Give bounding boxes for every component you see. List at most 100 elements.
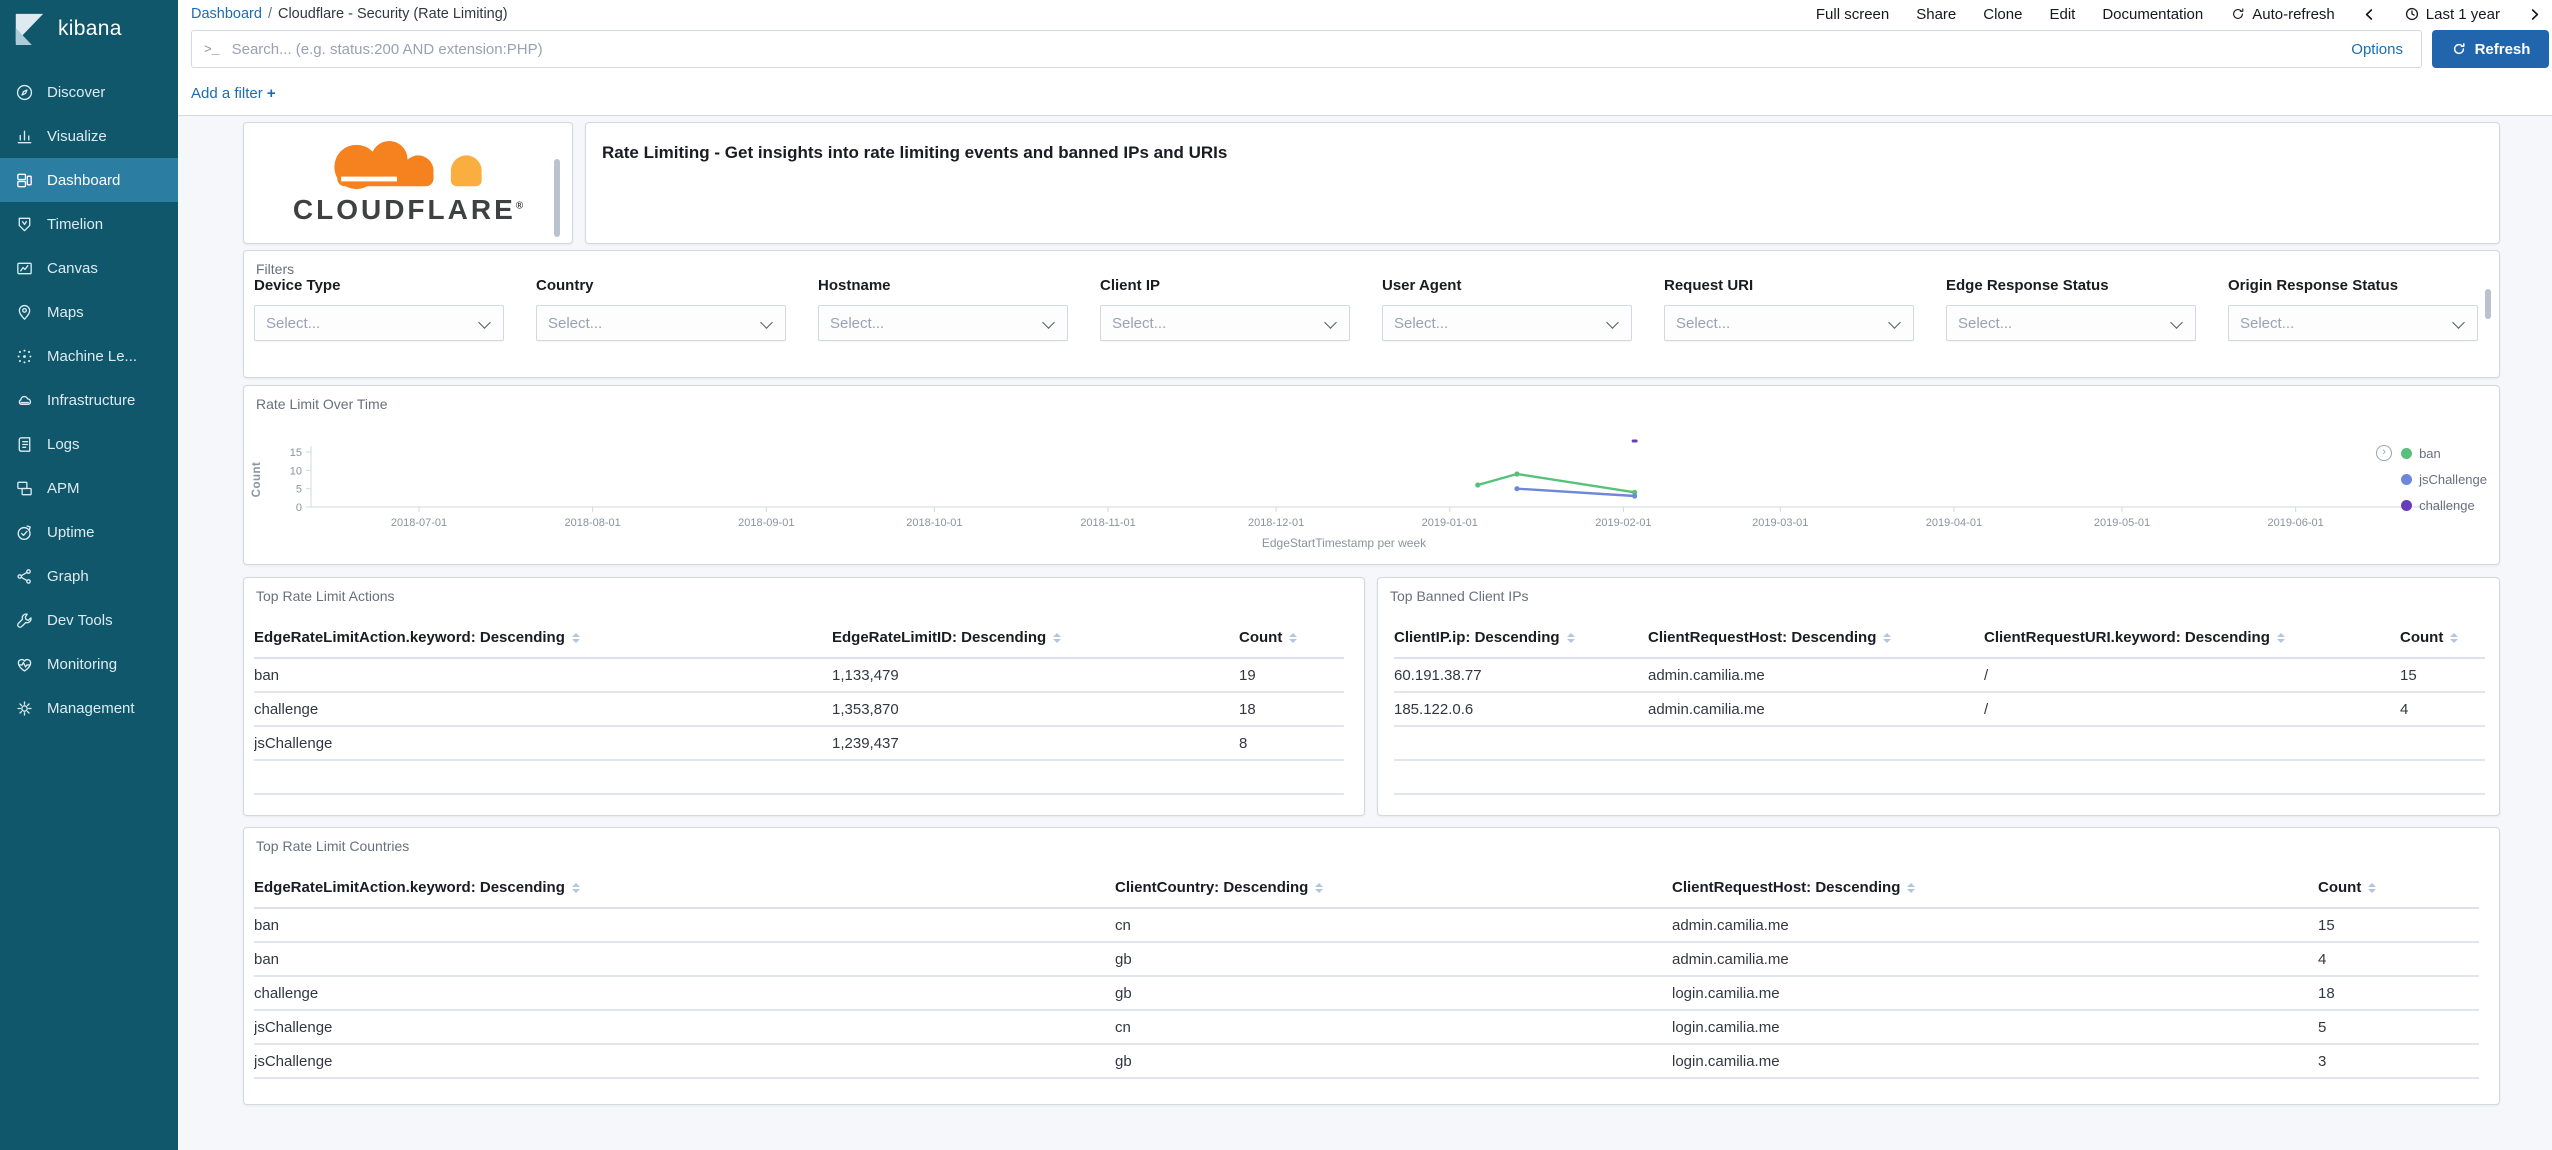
top-menu-documentation[interactable]: Documentation [2102, 6, 2203, 23]
top-menu-full-screen[interactable]: Full screen [1816, 6, 1889, 23]
top-menu-auto-refresh[interactable]: Auto-refresh [2230, 6, 2335, 23]
table-cell: / [1984, 658, 2400, 694]
svg-text:10: 10 [290, 465, 302, 477]
sidebar-item-graph[interactable]: Graph [0, 554, 178, 598]
sidebar-item-logs[interactable]: Logs [0, 422, 178, 466]
table-cell: gb [1115, 942, 1672, 978]
legend-label: challenge [2419, 497, 2475, 513]
legend-item-jsChallenge[interactable]: jsChallenge [2401, 466, 2487, 492]
svg-text:2018-12-01: 2018-12-01 [1248, 517, 1304, 529]
breadcrumb-dashboard-link[interactable]: Dashboard [191, 6, 262, 22]
panel-scrollbar[interactable] [2485, 289, 2491, 319]
column-header-label: Count [2400, 629, 2444, 646]
sidebar-item-apm[interactable]: APM [0, 466, 178, 510]
sidebar-item-dev-tools[interactable]: Dev Tools [0, 598, 178, 642]
refresh-icon [2233, 8, 2244, 19]
svg-text:5: 5 [296, 484, 302, 496]
sidebar-item-uptime[interactable]: Uptime [0, 510, 178, 554]
search-input[interactable]: >_ Search... (e.g. status:200 AND extens… [191, 30, 2422, 68]
filters-panel: Filters Device Type Select... Country Selec… [243, 250, 2500, 378]
sidebar-item-maps[interactable]: Maps [0, 290, 178, 334]
sidebar-item-label: Dev Tools [47, 611, 113, 629]
top-menu-last-1-year[interactable]: Last 1 year [2404, 6, 2500, 23]
column-header[interactable]: Count [2400, 622, 2485, 660]
legend-dot-icon [2401, 473, 2413, 485]
sort-icon [571, 879, 580, 897]
sidebar-item-visualize[interactable]: Visualize [0, 114, 178, 158]
sidebar-item-machine-le[interactable]: Machine Le... [0, 334, 178, 378]
sidebar-item-timelion[interactable]: Timelion [0, 202, 178, 246]
filter-label: User Agent [1382, 277, 1462, 294]
panel-scrollbar[interactable] [554, 159, 560, 237]
sort-icon [1053, 629, 1062, 647]
search-row: >_ Search... (e.g. status:200 AND extens… [178, 26, 2552, 72]
filter-select-user-agent[interactable]: Select... [1382, 305, 1632, 341]
table-header-row: EdgeRateLimitAction.keyword: Descending C… [254, 872, 2479, 910]
legend-item-challenge[interactable]: challenge [2401, 492, 2487, 518]
sidebar-item-monitoring[interactable]: Monitoring [0, 642, 178, 686]
svg-text:15: 15 [290, 447, 302, 459]
breadcrumb-current: Cloudflare - Security (Rate Limiting) [277, 6, 508, 22]
options-link[interactable]: Options [2351, 41, 2403, 58]
column-header[interactable]: EdgeRateLimitAction.keyword: Descending [254, 622, 832, 660]
top-menu-chevron-right[interactable] [2527, 7, 2542, 22]
kibana-app: kibana Discover Visualize Dashboard Timelio… [0, 0, 2552, 1150]
table-cell: jsChallenge [254, 726, 832, 762]
chevron-down-icon [2170, 316, 2183, 329]
column-header[interactable]: ClientRequestHost: Descending [1648, 622, 1984, 660]
sidebar-item-discover[interactable]: Discover [0, 70, 178, 114]
column-header-label: Count [1239, 629, 1283, 646]
filter-select-country[interactable]: Select... [536, 305, 786, 341]
sidebar-item-canvas[interactable]: Canvas [0, 246, 178, 290]
table-cell: ban [254, 658, 832, 694]
svg-text:2019-02-01: 2019-02-01 [1595, 517, 1651, 529]
column-header[interactable]: EdgeRateLimitAction.keyword: Descending [254, 872, 1115, 910]
filter-select-origin-response-status[interactable]: Select... [2228, 305, 2478, 341]
column-header-label: ClientRequestHost: Descending [1648, 629, 1877, 646]
add-filter-link[interactable]: Add a filter + [191, 85, 276, 102]
chevron-right-icon [2531, 8, 2539, 20]
top-menu-chevron-left[interactable] [2362, 7, 2377, 22]
sidebar-item-label: Visualize [47, 127, 107, 145]
filter-select-device-type[interactable]: Select... [254, 305, 504, 341]
table-cell: 4 [2400, 692, 2485, 728]
description-panel: Rate Limiting - Get insights into rate l… [585, 122, 2500, 244]
legend-label: jsChallenge [2419, 471, 2487, 487]
top-banned-client-ips-table: ClientIP.ip: Descending ClientRequestHost… [1394, 622, 2485, 796]
sidebar-item-management[interactable]: Management [0, 686, 178, 730]
column-header[interactable]: EdgeRateLimitID: Descending [832, 622, 1239, 660]
column-header[interactable]: ClientCountry: Descending [1115, 872, 1672, 910]
filter-select-edge-response-status[interactable]: Select... [1946, 305, 2196, 341]
svg-text:2019-04-01: 2019-04-01 [1926, 517, 1982, 529]
table-row: jsChallenge gb login.camilia.me 3 [254, 1044, 2479, 1080]
sidebar-item-infrastructure[interactable]: Infrastructure [0, 378, 178, 422]
table-cell: 1,353,870 [832, 692, 1239, 728]
filter-group-country: Country Select... [536, 277, 818, 341]
kibana-logo-icon [15, 13, 44, 46]
panel-title: Top Banned Client IPs [1390, 588, 1529, 604]
filter-select-client-ip[interactable]: Select... [1100, 305, 1350, 341]
column-header[interactable]: ClientRequestURI.keyword: Descending [1984, 622, 2400, 660]
chevron-down-icon [478, 316, 491, 329]
column-header[interactable]: Count [2318, 872, 2479, 910]
top-menu-share[interactable]: Share [1916, 6, 1956, 23]
filter-select-hostname[interactable]: Select... [818, 305, 1068, 341]
filter-select-request-uri[interactable]: Select... [1664, 305, 1914, 341]
table-header-row: EdgeRateLimitAction.keyword: Descending E… [254, 622, 1344, 660]
legend-item-ban[interactable]: ban [2401, 440, 2487, 466]
kibana-logo[interactable]: kibana [0, 0, 178, 58]
top-menu-edit[interactable]: Edit [2049, 6, 2075, 23]
column-header[interactable]: ClientRequestHost: Descending [1672, 872, 2318, 910]
filter-label: Origin Response Status [2228, 277, 2399, 294]
svg-text:2018-07-01: 2018-07-01 [391, 517, 447, 529]
column-header[interactable]: ClientIP.ip: Descending [1394, 622, 1648, 660]
column-header[interactable]: Count [1239, 622, 1344, 660]
table-cell [1394, 726, 2485, 762]
sidebar-item-dashboard[interactable]: Dashboard [0, 158, 178, 202]
top-menu-clone[interactable]: Clone [1983, 6, 2022, 23]
table-row: jsChallenge 1,239,437 8 [254, 726, 1344, 762]
refresh-button[interactable]: Refresh [2432, 30, 2549, 68]
legend-toggle-icon[interactable]: › [2376, 445, 2393, 461]
top-rate-limit-countries-table: EdgeRateLimitAction.keyword: Descending C… [254, 872, 2479, 1080]
panel-title: Top Rate Limit Actions [256, 588, 395, 604]
